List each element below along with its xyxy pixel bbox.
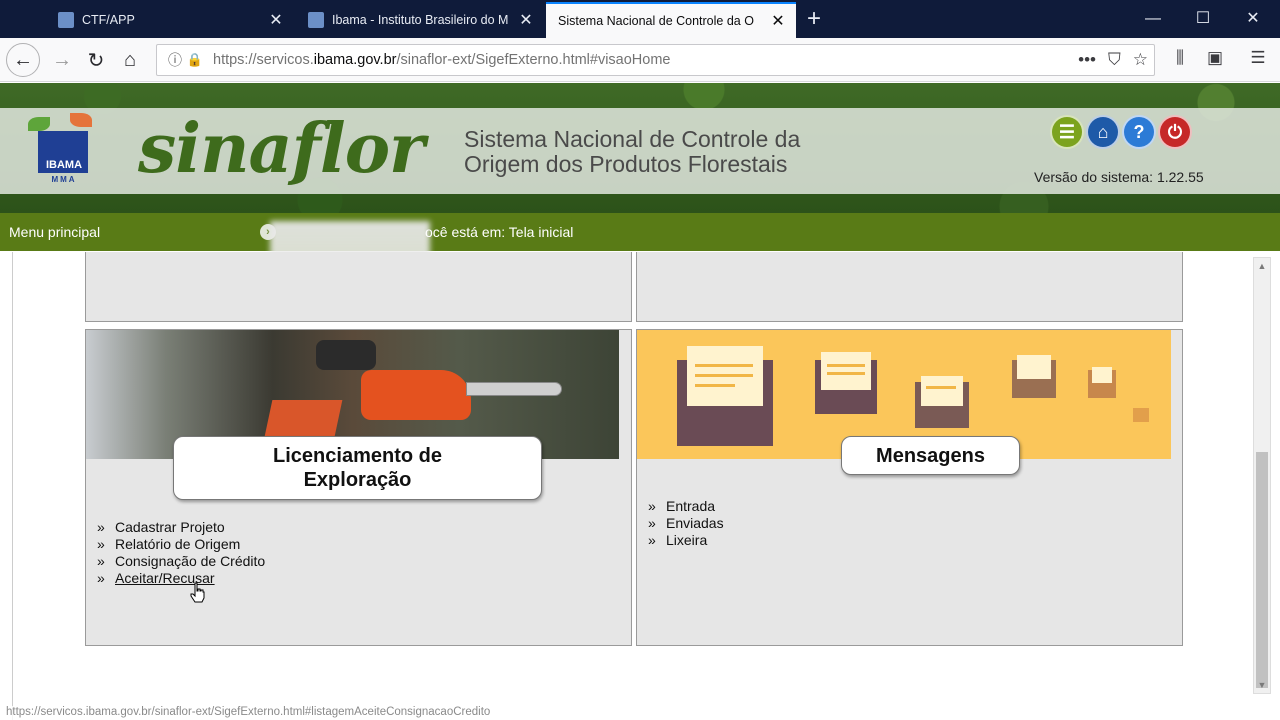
- list-item[interactable]: » Consignação de Crédito: [97, 553, 265, 570]
- help-icon[interactable]: ?: [1122, 115, 1156, 149]
- ibama-logo-text: IBAMA: [45, 159, 83, 171]
- ibama-favicon-icon: [58, 12, 74, 28]
- scroll-down-icon[interactable]: ▼: [1254, 677, 1270, 693]
- hand-cursor-icon: [190, 582, 205, 603]
- licenciamento-title[interactable]: Licenciamento de Exploração: [173, 436, 542, 500]
- mensagens-title[interactable]: Mensagens: [841, 436, 1020, 475]
- close-tab-icon[interactable]: ✕: [268, 10, 284, 30]
- link-cadastrar-projeto[interactable]: Cadastrar Projeto: [115, 519, 225, 536]
- pocket-icon[interactable]: ⛉: [1108, 50, 1121, 70]
- link-lixeira[interactable]: Lixeira: [666, 532, 707, 549]
- card-top-left: [85, 252, 632, 322]
- main-menu-link[interactable]: Menu principal: [9, 224, 100, 240]
- sinaflor-logo: sinaflor: [138, 109, 425, 189]
- list-item[interactable]: » Cadastrar Projeto: [97, 519, 265, 536]
- browser-tab-ctf[interactable]: CTF/APP ✕: [46, 2, 294, 38]
- tab-title: Sistema Nacional de Controle da O: [558, 14, 754, 28]
- bookmark-star-icon[interactable]: ☆: [1133, 50, 1148, 70]
- browser-nav-bar: ← → ↻ ⌂ ⓘ 🔒 https://servicos.ibama.gov.b…: [0, 38, 1280, 82]
- list-item[interactable]: » Lixeira: [648, 532, 724, 549]
- envelope-icon: [915, 376, 969, 428]
- list-item[interactable]: » Relatório de Origem: [97, 536, 265, 553]
- list-item[interactable]: » Aceitar/Recusar: [97, 570, 265, 587]
- ibama-logo[interactable]: IBAMA MMA: [26, 113, 102, 187]
- close-tab-icon[interactable]: ✕: [518, 10, 534, 30]
- card-top-right: [636, 252, 1183, 322]
- library-icon[interactable]: ⫼: [1166, 48, 1194, 72]
- envelope-icon: [1012, 355, 1056, 398]
- main-menu-bar: Menu principal › ocê está em: Tela inici…: [0, 213, 1280, 263]
- minimize-icon[interactable]: —: [1128, 0, 1178, 38]
- window-close-icon[interactable]: ✕: [1228, 0, 1278, 38]
- leaf-icon: [28, 117, 50, 131]
- page-actions-icon[interactable]: •••: [1078, 50, 1096, 70]
- url-text: https://servicos.ibama.gov.br/sinaflor-e…: [213, 52, 671, 68]
- link-relatorio-origem[interactable]: Relatório de Origem: [115, 536, 240, 553]
- info-icon[interactable]: ⓘ: [165, 50, 185, 70]
- lock-warning-icon[interactable]: 🔒: [185, 52, 205, 68]
- browser-tab-bar: CTF/APP ✕ Ibama - Instituto Brasileiro d…: [0, 0, 1280, 38]
- address-bar[interactable]: ⓘ 🔒 https://servicos.ibama.gov.br/sinafl…: [156, 44, 1155, 76]
- scroll-up-icon[interactable]: ▲: [1254, 258, 1270, 274]
- browser-tab-sinaflor[interactable]: Sistema Nacional de Controle da O ✕: [546, 2, 796, 38]
- ibama-favicon-icon: [308, 12, 324, 28]
- ibama-mma-text: MMA: [51, 175, 77, 184]
- list-icon[interactable]: ☰: [1050, 115, 1084, 149]
- list-item[interactable]: » Enviadas: [648, 515, 724, 532]
- reload-icon[interactable]: ↻: [80, 44, 112, 76]
- scrollbar-thumb[interactable]: [1256, 452, 1268, 688]
- envelope-icon: [1133, 408, 1149, 422]
- close-tab-icon[interactable]: ✕: [770, 11, 786, 31]
- power-icon[interactable]: ⏻: [1158, 115, 1192, 149]
- envelope-icon: [1088, 367, 1116, 398]
- leaf-icon: [70, 113, 92, 127]
- system-title: Sistema Nacional de Controle da Origem d…: [464, 126, 801, 177]
- licenciamento-links: » Cadastrar Projeto » Relatório de Origem …: [97, 519, 265, 587]
- envelope-icon: [677, 346, 773, 446]
- link-entrada[interactable]: Entrada: [666, 498, 715, 515]
- tab-title: CTF/APP: [82, 13, 135, 27]
- browser-tab-ibama[interactable]: Ibama - Instituto Brasileiro do M ✕: [296, 2, 544, 38]
- mensagens-links: » Entrada » Enviadas » Lixeira: [648, 498, 724, 549]
- new-tab-icon[interactable]: +: [800, 4, 828, 34]
- header-icons: ☰ ⌂ ? ⏻: [1050, 115, 1192, 149]
- forward-arrow-icon[interactable]: →: [46, 44, 78, 76]
- tab-title: Ibama - Instituto Brasileiro do M: [332, 13, 509, 27]
- image-arm: [316, 340, 376, 370]
- vertical-scrollbar[interactable]: ▲ ▼: [1253, 257, 1271, 694]
- link-consignacao-credito[interactable]: Consignação de Crédito: [115, 553, 265, 570]
- menu-icon[interactable]: ☰: [1244, 48, 1272, 72]
- home-icon[interactable]: ⌂: [114, 44, 146, 76]
- maximize-icon[interactable]: ☐: [1178, 0, 1228, 38]
- list-item[interactable]: » Entrada: [648, 498, 724, 515]
- status-url: https://servicos.ibama.gov.br/sinaflor-e…: [0, 706, 560, 720]
- sidebar-icon[interactable]: ▣: [1201, 48, 1229, 72]
- system-version: Versão do sistema: 1.22.55: [1034, 169, 1204, 185]
- link-enviadas[interactable]: Enviadas: [666, 515, 724, 532]
- envelope-icon: [815, 352, 877, 414]
- back-arrow-icon[interactable]: ←: [6, 43, 40, 77]
- image-chainsaw-bar: [466, 382, 562, 396]
- home-icon[interactable]: ⌂: [1086, 115, 1120, 149]
- image-chainsaw-body: [361, 370, 471, 420]
- breadcrumb: ocê está em: Tela inicial: [425, 224, 574, 240]
